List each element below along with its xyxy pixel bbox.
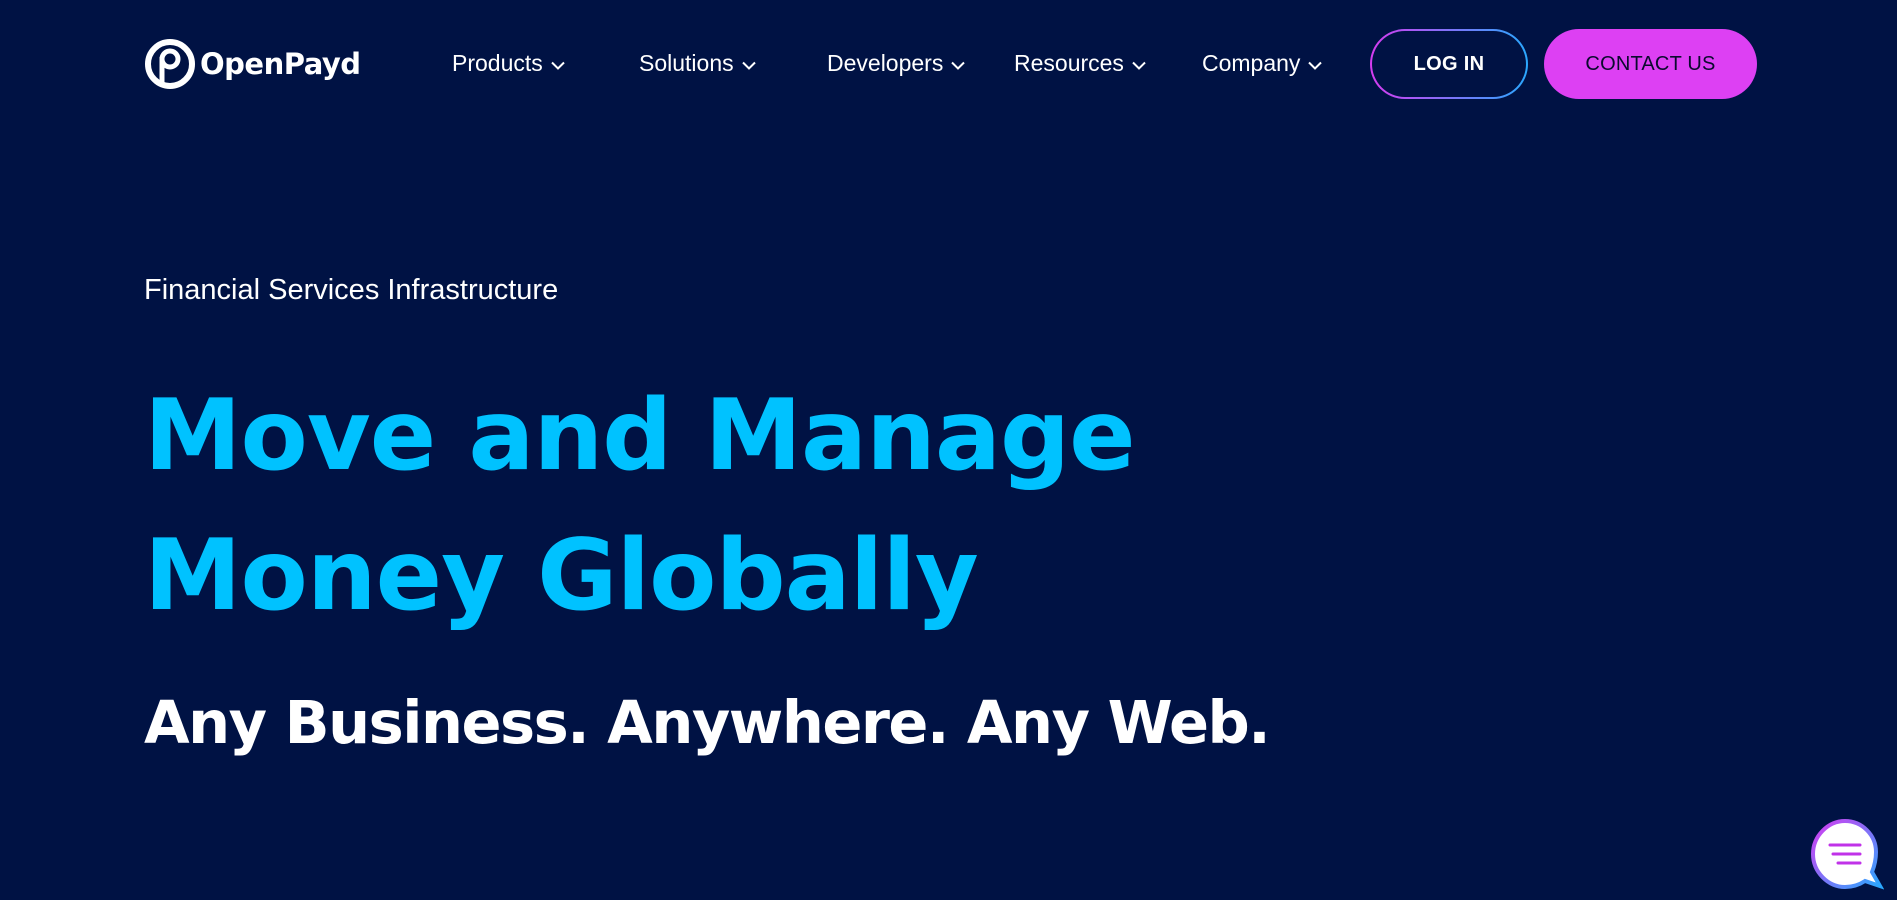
- openpayd-logo[interactable]: OpenPayd: [144, 38, 361, 90]
- contact-us-button[interactable]: CONTACT US: [1544, 29, 1757, 99]
- hero-headline: Move and Manage Money Globally: [144, 366, 1344, 646]
- nav-item-resources[interactable]: Resources: [1014, 46, 1146, 80]
- nav-item-developers[interactable]: Developers: [827, 46, 966, 80]
- nav-item-solutions[interactable]: Solutions: [639, 46, 756, 80]
- chevron-down-icon: [951, 61, 966, 70]
- nav-item-label: Company: [1202, 49, 1301, 76]
- nav-item-products[interactable]: Products: [452, 46, 565, 80]
- chat-bubble-icon: [1810, 818, 1884, 890]
- nav-item-label: Resources: [1014, 49, 1124, 76]
- logo-wordmark: OpenPayd: [200, 47, 361, 81]
- nav-item-label: Developers: [827, 49, 944, 76]
- hero-headline-line-2: Money Globally: [144, 519, 979, 633]
- nav-item-label: Products: [452, 49, 543, 76]
- chevron-down-icon: [1308, 61, 1323, 70]
- hero-tagline: Any Business. Anywhere. Any Web.: [144, 688, 1271, 757]
- site-header: OpenPayd Products Solutions Developers R…: [0, 0, 1897, 130]
- chat-launcher-button[interactable]: [1810, 818, 1884, 892]
- openpayd-logo-icon: [145, 39, 195, 89]
- hero-eyebrow: Financial Services Infrastructure: [144, 274, 559, 306]
- chevron-down-icon: [1132, 61, 1146, 70]
- chevron-down-icon: [741, 61, 756, 70]
- hero-headline-line-1: Move and Manage: [144, 379, 1136, 493]
- nav-item-company[interactable]: Company: [1202, 46, 1323, 80]
- login-button[interactable]: LOG IN: [1370, 29, 1528, 99]
- nav-item-label: Solutions: [639, 49, 734, 76]
- chevron-down-icon: [551, 61, 565, 70]
